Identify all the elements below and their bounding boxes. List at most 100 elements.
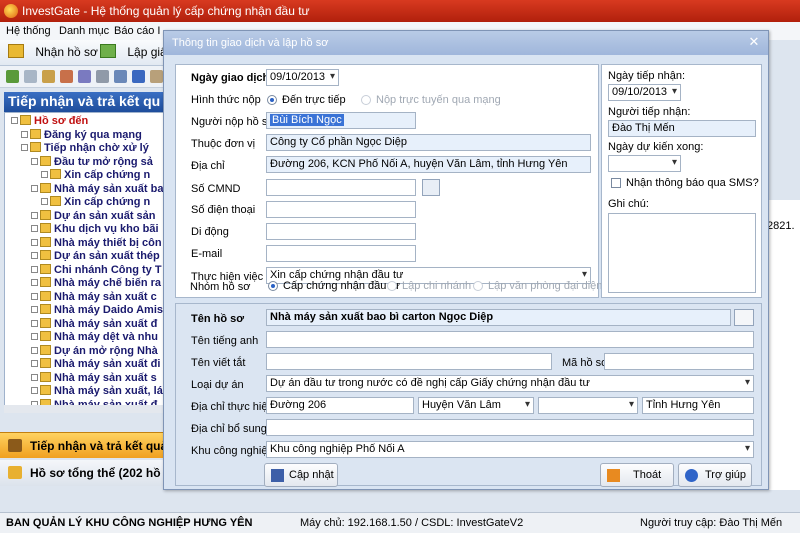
tree-item[interactable]: Dự án mở rộng Nhà xyxy=(31,344,158,358)
so-dien-thoai-input[interactable] xyxy=(266,201,416,218)
tree-item[interactable]: Nhà máy sản xuất đ xyxy=(31,317,157,331)
tree-item[interactable]: Nhà máy sản xuất đi xyxy=(31,358,160,371)
radio-den-truc-tiep[interactable] xyxy=(267,95,277,105)
tree-item[interactable]: Nhà máy chế biến ra xyxy=(31,277,161,290)
expand-toggle-icon[interactable] xyxy=(41,171,48,178)
radio-lap-van-phong[interactable] xyxy=(473,281,483,291)
expand-toggle-icon[interactable] xyxy=(31,238,38,246)
calendar-icon[interactable] xyxy=(24,70,37,83)
expand-toggle-icon[interactable] xyxy=(21,144,28,151)
dia-chi-duong-input[interactable]: Đường 206 xyxy=(266,397,414,414)
expand-toggle-icon[interactable] xyxy=(41,198,48,205)
grid-icon[interactable] xyxy=(96,70,109,83)
expand-toggle-icon[interactable] xyxy=(31,184,38,192)
expand-toggle-icon[interactable] xyxy=(31,265,38,273)
dia-chi-input[interactable]: Đường 206, KCN Phố Nối A, huyện Văn Lâm,… xyxy=(266,156,591,173)
tools-icon[interactable] xyxy=(150,70,163,83)
export-icon[interactable] xyxy=(60,70,73,83)
thoat-button[interactable]: Thoát xyxy=(600,463,674,487)
expand-toggle-icon[interactable] xyxy=(31,360,38,367)
ngay-giao-dich-select[interactable]: 09/10/2013 xyxy=(266,69,339,86)
tree-horizontal-scrollbar[interactable] xyxy=(4,405,166,413)
expand-toggle-icon[interactable] xyxy=(31,346,38,354)
expand-toggle-icon[interactable] xyxy=(31,387,38,394)
tree-item[interactable]: Nhà máy dệt và nhu xyxy=(31,331,158,344)
expand-toggle-icon[interactable] xyxy=(31,292,38,300)
loai-du-an-select[interactable]: Dự án đầu tư trong nước có đề nghị cấp G… xyxy=(266,375,754,392)
radio-cap-chung-nhan[interactable] xyxy=(268,281,278,291)
thuoc-don-vi-input[interactable]: Công ty Cổ phần Ngọc Diệp xyxy=(266,134,591,151)
tree-item[interactable]: Nhà máy sản xuất s xyxy=(31,371,157,385)
radio-nop-truc-tuyen[interactable] xyxy=(361,95,371,105)
expand-toggle-icon[interactable] xyxy=(31,319,38,327)
tree-item[interactable]: Nhà máy sản xuất ba xyxy=(31,182,163,196)
expand-toggle-icon[interactable] xyxy=(21,130,28,138)
tree-item[interactable]: Xin cấp chứng n xyxy=(41,196,150,209)
dia-chi-bo-sung-input[interactable] xyxy=(266,419,754,436)
folder-icon xyxy=(40,155,51,166)
expand-toggle-icon[interactable] xyxy=(11,117,18,124)
email-input[interactable] xyxy=(266,245,416,262)
tree-item[interactable]: Dự án sản xuất thép xyxy=(31,250,160,263)
tiep-nhan-tra-ket-qua-button[interactable]: Tiếp nhận và trả kết quả xyxy=(0,432,167,458)
lap-giay-button[interactable]: Lập giấ xyxy=(100,44,167,62)
ten-ho-so-input[interactable]: Nhà máy sản xuất bao bì carton Ngọc Diệp xyxy=(266,309,731,326)
dialog-titlebar: Thông tin giao dịch và lập hồ sơ ✕ xyxy=(164,31,768,55)
tinh-value: Tỉnh Hưng Yên xyxy=(646,399,721,411)
tinh-input[interactable]: Tỉnh Hưng Yên xyxy=(642,397,754,414)
tree-item[interactable]: Nhà máy Daido Amis xyxy=(31,304,163,317)
khu-cong-nghiep-select[interactable]: Khu công nghiệp Phố Nối A xyxy=(266,441,754,458)
edit-icon[interactable] xyxy=(78,70,91,83)
menu-he-thong[interactable]: Hệ thống xyxy=(6,25,51,37)
tree-item[interactable]: Đầu tư mở rộng sả xyxy=(31,155,153,169)
tree-item[interactable]: Đăng ký qua mạng xyxy=(21,128,142,142)
expand-toggle-icon[interactable] xyxy=(31,306,38,313)
so-cmnd-input[interactable] xyxy=(266,179,416,196)
tree-item[interactable]: Nhà máy sản xuất c xyxy=(31,290,157,304)
tree-item[interactable]: Hồ sơ đến xyxy=(11,115,88,128)
tree-item[interactable]: Nhà máy sản xuất, lá xyxy=(31,385,163,398)
tro-giup-button[interactable]: Trợ giúp xyxy=(678,463,752,487)
case-tree[interactable]: Hồ sơ đến Đăng ký qua mạng Tiếp nhận chờ x… xyxy=(4,112,166,412)
xa-select[interactable] xyxy=(538,397,638,414)
sms-checkbox[interactable] xyxy=(611,178,621,188)
folder-icon[interactable] xyxy=(42,70,55,83)
nguoi-nop-input[interactable]: Bùi Bích Ngọc xyxy=(266,112,416,129)
list-icon[interactable] xyxy=(114,70,127,83)
tree-item[interactable]: Dự án sản xuất sản xyxy=(31,209,156,223)
expand-toggle-icon[interactable] xyxy=(31,225,38,232)
radio-lap-chi-nhanh[interactable] xyxy=(387,281,397,291)
cap-nhat-button[interactable]: Cập nhật xyxy=(264,463,338,487)
expand-toggle-icon[interactable] xyxy=(31,333,38,340)
tree-item[interactable]: Chi nhánh Công ty T xyxy=(31,263,162,277)
tree-item[interactable]: Khu dịch vụ kho bãi xyxy=(31,223,159,236)
menu-bao-cao[interactable]: Báo cáo I xyxy=(114,25,160,37)
ngay-tiep-nhan-select[interactable]: 09/10/2013 xyxy=(608,84,681,101)
id-lookup-icon[interactable] xyxy=(422,179,440,196)
huyen-select[interactable]: Huyện Văn Lâm xyxy=(418,397,534,414)
menu-danh-muc[interactable]: Danh mục xyxy=(59,25,109,37)
expand-toggle-icon[interactable] xyxy=(31,252,38,259)
search-icon[interactable] xyxy=(734,309,754,326)
nguoi-tiep-nhan-input[interactable]: Đào Thị Mến xyxy=(608,120,756,137)
filter-icon[interactable] xyxy=(132,70,145,83)
tree-item[interactable]: Xin cấp chứng n xyxy=(41,169,150,182)
di-dong-input[interactable] xyxy=(266,223,416,240)
email-label: E-mail xyxy=(191,248,223,260)
ten-viet-tat-input[interactable] xyxy=(266,353,552,370)
ho-so-tong-the-button[interactable]: Hồ sơ tổng thể (202 hồ sơ) xyxy=(0,460,183,486)
tree-item[interactable]: Nhà máy thiết bị côn xyxy=(31,236,162,250)
close-icon[interactable]: ✕ xyxy=(748,35,760,48)
ma-ho-so-input[interactable] xyxy=(604,353,754,370)
ten-tieng-anh-input[interactable] xyxy=(266,331,754,348)
expand-toggle-icon[interactable] xyxy=(31,157,38,165)
refresh-icon[interactable] xyxy=(6,70,19,83)
ghi-chu-textarea[interactable] xyxy=(608,213,756,293)
tree-item[interactable]: Tiếp nhận chờ xử lý xyxy=(21,142,149,155)
ngay-du-kien-select[interactable] xyxy=(608,155,681,172)
nhan-ho-so-button[interactable]: Nhận hồ sơ xyxy=(8,44,98,62)
expand-toggle-icon[interactable] xyxy=(31,373,38,381)
expand-toggle-icon[interactable] xyxy=(31,279,38,286)
expand-toggle-icon[interactable] xyxy=(31,211,38,219)
tree-item-label: Dự án sản xuất thép xyxy=(54,250,160,262)
